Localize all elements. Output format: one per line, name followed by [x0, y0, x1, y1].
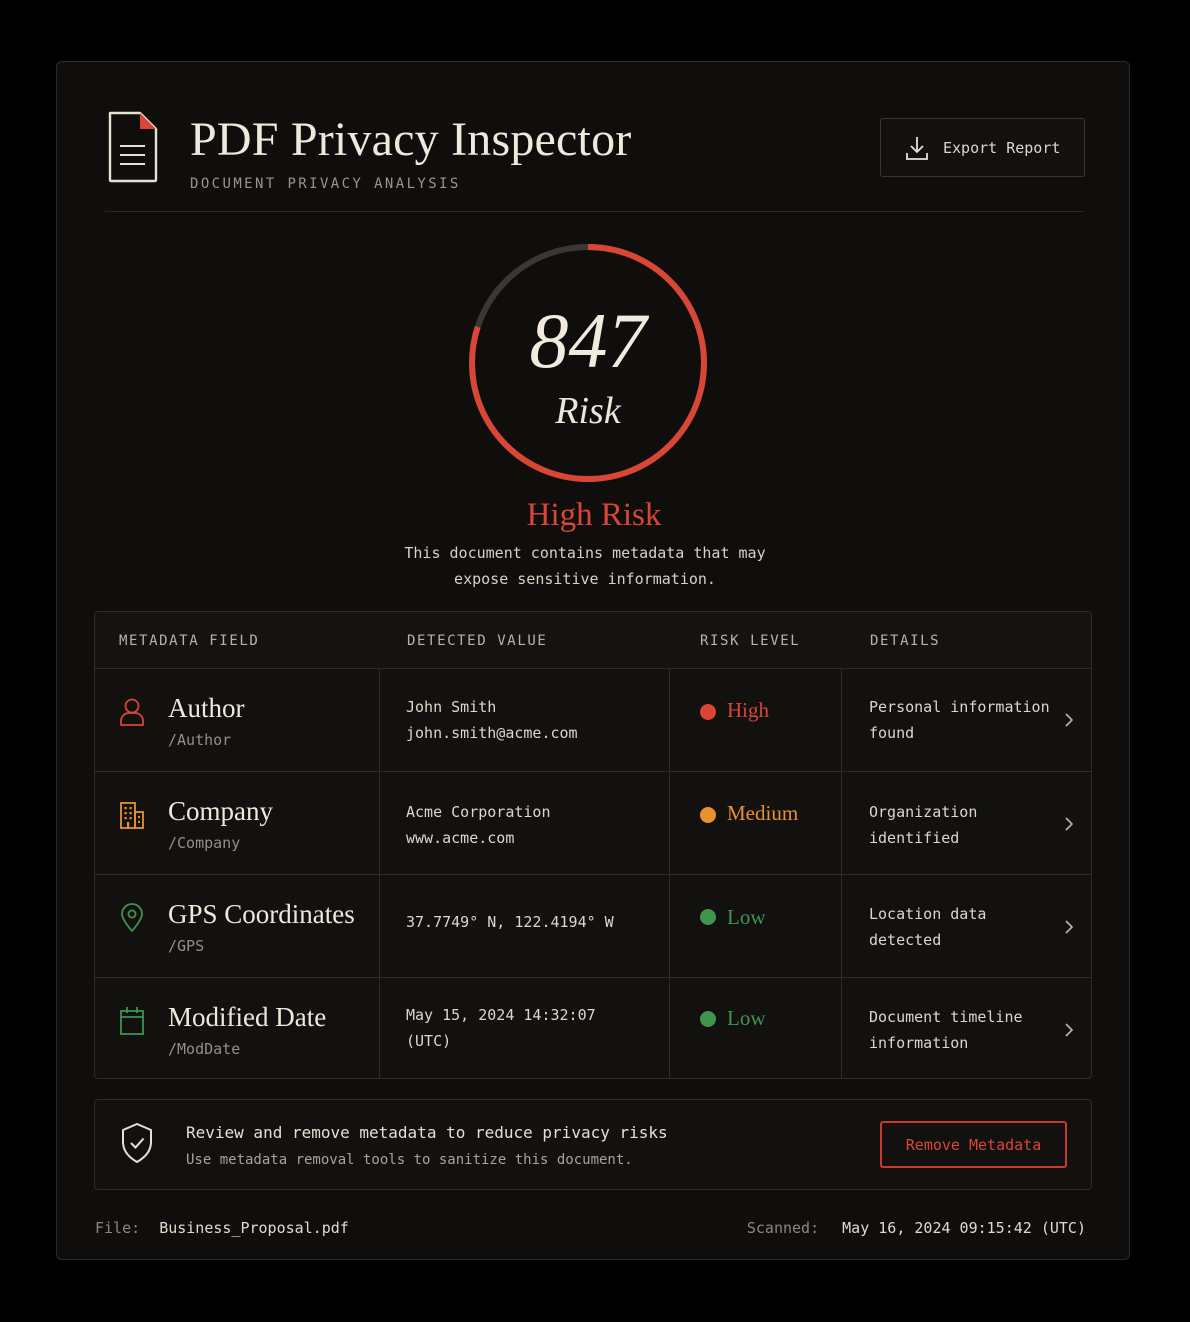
field-name: Company [168, 796, 273, 826]
details-text: Personal information found [869, 694, 1050, 746]
table-row[interactable]: Company /Company Acme Corporation www.ac… [95, 772, 1091, 875]
table-row[interactable]: GPS Coordinates /GPS 37.7749° N, 122.419… [95, 875, 1091, 978]
details-line: identified [869, 829, 960, 847]
details-text: Location data detected [869, 901, 986, 953]
chevron-right-icon[interactable] [1063, 816, 1075, 832]
recommendation-banner: Review and remove metadata to reduce pri… [94, 1099, 1092, 1190]
risk-dot-low [700, 1011, 716, 1027]
column-divider [379, 669, 380, 1078]
column-header-value: DETECTED VALUE [407, 633, 548, 649]
details-text: Organization identified [869, 799, 977, 851]
shield-check-icon [122, 1123, 152, 1163]
scanned-label: Scanned: [746, 1219, 820, 1237]
file-name: Business_Proposal.pdf [159, 1219, 349, 1237]
risk-dot-medium [700, 807, 716, 823]
value-line: May 15, 2024 14:32:07 [406, 1006, 596, 1024]
download-icon [906, 137, 928, 160]
column-header-details: DETAILS [870, 633, 941, 649]
value-line: Acme Corporation [406, 803, 551, 821]
detected-value: May 15, 2024 14:32:07 (UTC) [406, 1002, 596, 1054]
table-row[interactable]: Author /Author John Smith john.smith@acm… [95, 669, 1091, 772]
column-header-field: METADATA FIELD [119, 633, 260, 649]
map-pin-icon [121, 903, 143, 932]
risk-score: 847 [529, 297, 647, 384]
detected-value: 37.7749° N, 122.4194° W [406, 909, 614, 935]
field-key: /ModDate [168, 1040, 241, 1058]
value-line: www.acme.com [406, 829, 515, 847]
risk-dot-high [700, 704, 716, 720]
field-name: Author [168, 693, 245, 723]
file-label: File: [95, 1219, 141, 1237]
metadata-table: METADATA FIELD DETECTED VALUE RISK LEVEL… [94, 611, 1092, 1079]
column-header-risk: RISK LEVEL [700, 633, 801, 649]
details-line: Personal information [869, 698, 1050, 716]
value-line: John Smith [406, 698, 497, 716]
column-divider [669, 669, 670, 1078]
details-line: information [869, 1034, 969, 1052]
risk-description-line: This document contains metadata that may [404, 544, 766, 562]
field-key: /Author [168, 731, 232, 749]
risk-score-label: Risk [555, 390, 621, 432]
banner-title: Review and remove metadata to reduce pri… [186, 1123, 668, 1142]
field-key: /GPS [168, 937, 205, 955]
column-divider [841, 669, 842, 1078]
page-subtitle: DOCUMENT PRIVACY ANALYSIS [190, 176, 461, 192]
value-line: 37.7749° N, 122.4194° W [406, 913, 614, 931]
export-report-label: Export Report [943, 139, 1061, 157]
risk-level-label: Medium [727, 801, 799, 825]
export-report-button[interactable]: Export Report [880, 118, 1085, 177]
pdf-document-icon [108, 111, 158, 183]
details-text: Document timeline information [869, 1004, 1023, 1056]
details-line: found [869, 724, 915, 742]
risk-dot-low [700, 909, 716, 925]
header-divider [105, 211, 1083, 212]
file-info: File: Business_Proposal.pdf [95, 1219, 349, 1237]
detected-value: John Smith john.smith@acme.com [406, 694, 578, 746]
scanned-timestamp: May 16, 2024 09:15:42 (UTC) [842, 1219, 1086, 1237]
risk-level-label: Low [727, 1006, 766, 1030]
inspector-card: PDF Privacy Inspector DOCUMENT PRIVACY A… [56, 61, 1130, 1260]
chevron-right-icon[interactable] [1063, 919, 1075, 935]
field-key: /Company [168, 834, 241, 852]
details-line: Organization [869, 803, 978, 821]
risk-level-label: High [727, 698, 769, 722]
chevron-right-icon[interactable] [1063, 712, 1075, 728]
page-title: PDF Privacy Inspector [190, 113, 632, 166]
field-name: Modified Date [168, 1002, 327, 1032]
value-line: (UTC) [406, 1032, 452, 1050]
calendar-icon [120, 1007, 144, 1035]
details-line: detected [869, 931, 942, 949]
details-line: Document timeline [869, 1008, 1023, 1026]
building-icon [120, 802, 144, 829]
scan-info: Scanned: May 16, 2024 09:15:42 (UTC) [747, 1219, 1086, 1237]
remove-metadata-button[interactable]: Remove Metadata [880, 1121, 1067, 1168]
value-line: john.smith@acme.com [406, 724, 578, 742]
table-row[interactable]: Modified Date /ModDate May 15, 2024 14:3… [95, 978, 1091, 1078]
user-icon [120, 698, 144, 726]
risk-description-line: expose sensitive information. [454, 570, 716, 588]
risk-description: This document contains metadata that may… [387, 540, 783, 592]
banner-subtitle: Use metadata removal tools to sanitize t… [186, 1152, 633, 1168]
risk-level-title: High Risk [526, 497, 662, 533]
details-line: Location data [869, 905, 987, 923]
field-name: GPS Coordinates [168, 899, 355, 929]
detected-value: Acme Corporation www.acme.com [406, 799, 551, 851]
chevron-right-icon[interactable] [1063, 1022, 1075, 1038]
table-header: METADATA FIELD DETECTED VALUE RISK LEVEL… [95, 612, 1091, 669]
risk-level-label: Low [727, 905, 766, 929]
